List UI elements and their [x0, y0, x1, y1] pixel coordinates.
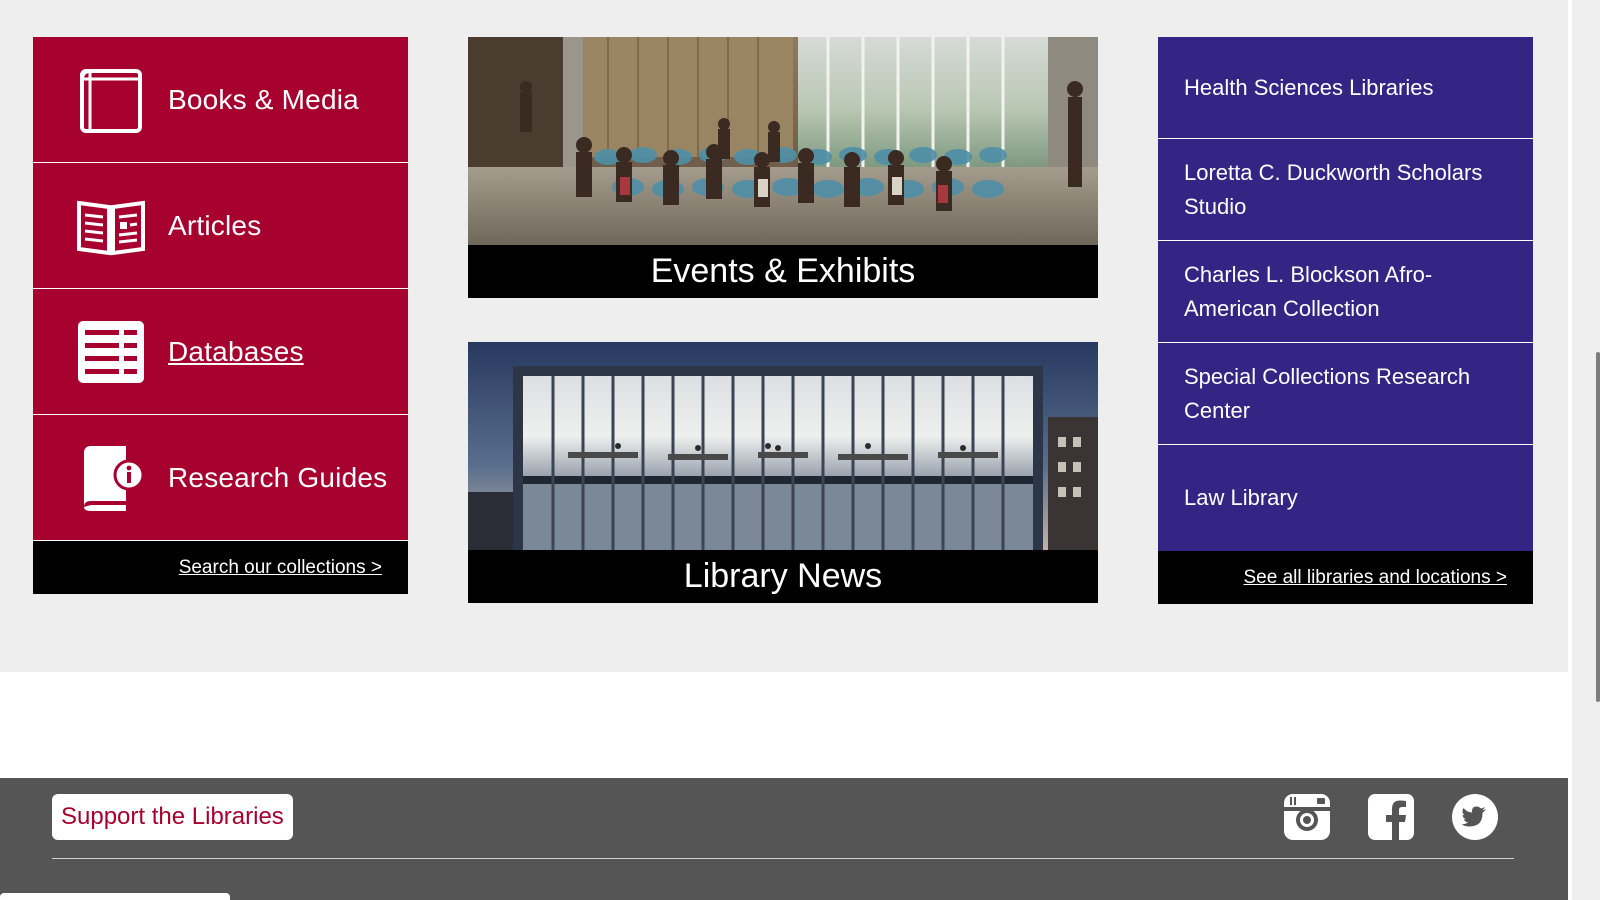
support-libraries-button[interactable]: Support the Libraries: [52, 794, 293, 840]
articles-link[interactable]: Articles: [33, 163, 408, 289]
facebook-icon[interactable]: [1368, 794, 1414, 840]
page-viewport: Books & Media Articles Databases Researc…: [0, 0, 1568, 900]
library-news-photo: [468, 342, 1098, 550]
research-guides-label: Research Guides: [168, 461, 388, 493]
health-sciences-libraries-link[interactable]: Health Sciences Libraries: [1158, 37, 1533, 139]
twitter-icon[interactable]: [1452, 794, 1498, 840]
events-photo: [468, 37, 1098, 245]
book-icon: [76, 65, 146, 135]
instagram-icon[interactable]: [1284, 794, 1330, 840]
books-media-link[interactable]: Books & Media: [33, 37, 408, 163]
footer-tab: [0, 893, 230, 900]
libraries-panel: Health Sciences Libraries Loretta C. Duc…: [1158, 37, 1533, 604]
search-collections-link[interactable]: Search our collections >: [179, 557, 382, 579]
scrollbar-thumb[interactable]: [1596, 352, 1600, 702]
database-icon: [76, 317, 146, 387]
spacer-band: [0, 672, 1568, 778]
scholars-studio-link[interactable]: Loretta C. Duckworth Scholars Studio: [1158, 139, 1533, 241]
footer-divider: [52, 858, 1514, 859]
special-collections-link[interactable]: Special Collections Research Center: [1158, 343, 1533, 445]
news-caption: Library News: [468, 550, 1098, 603]
databases-label: Databases: [168, 335, 304, 367]
events-exhibits-card[interactable]: Events & Exhibits: [468, 37, 1098, 298]
books-media-label: Books & Media: [168, 83, 359, 115]
guide-book-icon: [76, 443, 146, 513]
events-caption: Events & Exhibits: [468, 245, 1098, 298]
library-news-card[interactable]: Library News: [468, 342, 1098, 603]
libraries-footer: See all libraries and locations >: [1158, 551, 1533, 604]
site-footer: Support the Libraries: [0, 778, 1568, 900]
blockson-collection-link[interactable]: Charles L. Blockson Afro-American Collec…: [1158, 241, 1533, 343]
law-library-link[interactable]: Law Library: [1158, 445, 1533, 551]
collections-footer: Search our collections >: [33, 541, 408, 594]
all-libraries-link[interactable]: See all libraries and locations >: [1243, 567, 1507, 589]
newspaper-icon: [76, 191, 146, 261]
research-guides-link[interactable]: Research Guides: [33, 415, 408, 541]
databases-link[interactable]: Databases: [33, 289, 408, 415]
articles-label: Articles: [168, 209, 262, 241]
collections-panel: Books & Media Articles Databases Researc…: [33, 37, 408, 594]
